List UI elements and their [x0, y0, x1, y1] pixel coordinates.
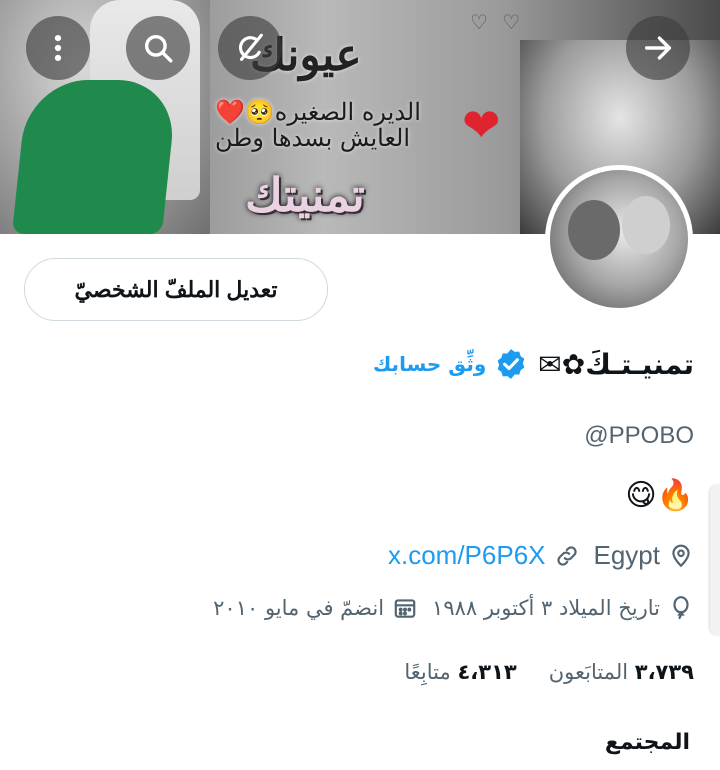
search-icon	[144, 34, 173, 63]
avatar[interactable]	[545, 165, 693, 313]
joined-text: انضمّ في مايو ٢٠١٠	[213, 596, 385, 620]
banner-deco-hearts: ♡ ♡	[470, 10, 525, 34]
followers-label: المتابَعون	[548, 660, 629, 684]
side-panel-handle[interactable]	[710, 485, 720, 635]
following-stat[interactable]: ٤،٣١٣ متابِعًا	[404, 660, 516, 684]
following-label: متابِعًا	[404, 660, 451, 684]
website-item[interactable]: x.com/P6P6X	[388, 540, 580, 571]
grok-button[interactable]	[218, 16, 282, 80]
follow-stats: ٣،٧٣٩ المتابَعون ٤،٣١٣ متابِعًا	[404, 660, 694, 684]
birthday-item: تاريخ الميلاد ٣ أكتوبر ١٩٨٨	[432, 595, 694, 621]
verify-account-link[interactable]: وثِّق حسابك	[373, 347, 528, 381]
meta-row-location: Egypt x.com/P6P6X	[388, 540, 694, 571]
verify-account-label: وثِّق حسابك	[372, 352, 487, 376]
website-link[interactable]: x.com/P6P6X	[388, 540, 546, 571]
heart-icon: ❤	[462, 98, 501, 152]
followers-stat[interactable]: ٣،٧٣٩ المتابَعون	[549, 660, 694, 684]
meta-row-dates: تاريخ الميلاد ٣ أكتوبر ١٩٨٨ انضمّ في ماي…	[213, 595, 694, 621]
grok-icon	[238, 33, 263, 61]
handle: @PPOBO	[584, 422, 694, 449]
more-vertical-icon	[54, 34, 62, 62]
banner-name-text: تمنيتك	[245, 168, 365, 222]
following-count: ٤،٣١٣	[457, 660, 517, 684]
banner-line-1: الديره الصغيره🥺❤️	[215, 98, 421, 126]
verified-badge-icon	[497, 349, 525, 379]
location-item: Egypt	[594, 540, 695, 571]
followers-count: ٣،٧٣٩	[634, 660, 694, 684]
banner-line-2: العايش بسدها وطن	[215, 124, 411, 152]
location-text: Egypt	[593, 540, 661, 570]
calendar-icon	[394, 599, 416, 618]
display-name: تمنيـتـكَ✿✉	[538, 347, 694, 381]
birthday-text: تاريخ الميلاد ٣ أكتوبر ١٩٨٨	[432, 596, 660, 620]
arrow-icon	[644, 36, 672, 60]
search-button[interactable]	[126, 16, 190, 80]
name-row: تمنيـتـكَ✿✉ وثِّق حسابك	[373, 347, 694, 381]
joined-item: انضمّ في مايو ٢٠١٠	[213, 595, 418, 621]
link-icon	[556, 545, 577, 566]
more-button[interactable]	[26, 16, 90, 80]
community-heading: المجتمع	[604, 730, 690, 755]
edit-profile-button[interactable]: تعديل الملفّ الشخصيّ	[24, 258, 328, 321]
balloon-icon	[673, 596, 689, 620]
bio: 😋🔥	[625, 478, 694, 513]
back-button[interactable]	[626, 16, 690, 80]
location-pin-icon	[672, 544, 690, 567]
